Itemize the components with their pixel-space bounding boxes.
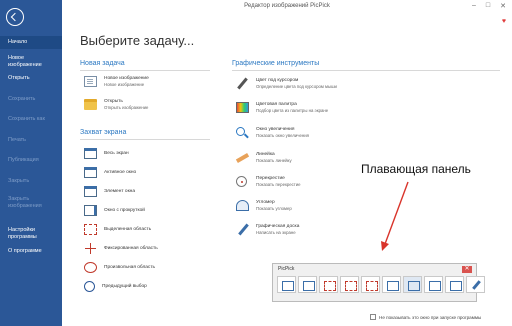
- fp-fullscreen-button[interactable]: [277, 276, 296, 293]
- fp-open-button[interactable]: [424, 276, 443, 293]
- floating-panel-close-icon[interactable]: ✕: [462, 266, 472, 273]
- fp-scroll-window-button[interactable]: [382, 276, 401, 293]
- startup-checkbox[interactable]: [370, 314, 376, 320]
- floating-panel[interactable]: PicPick ✕: [272, 263, 485, 302]
- fp-tools-button[interactable]: [466, 276, 485, 293]
- fp-image-button[interactable]: [445, 276, 464, 293]
- startup-checkbox-label: Не показывать это окно при запуске прогр…: [379, 314, 482, 320]
- fp-active-window-button[interactable]: [298, 276, 317, 293]
- fp-freehand-button[interactable]: [361, 276, 380, 293]
- floating-toolbar: [277, 276, 485, 293]
- fp-repeat-button[interactable]: [403, 276, 422, 293]
- floating-panel-title: PicPick: [278, 266, 295, 272]
- startup-checkbox-row[interactable]: Не показывать это окно при запуске прогр…: [370, 314, 481, 320]
- fp-region-button[interactable]: [340, 276, 359, 293]
- fp-window-element-button[interactable]: [319, 276, 338, 293]
